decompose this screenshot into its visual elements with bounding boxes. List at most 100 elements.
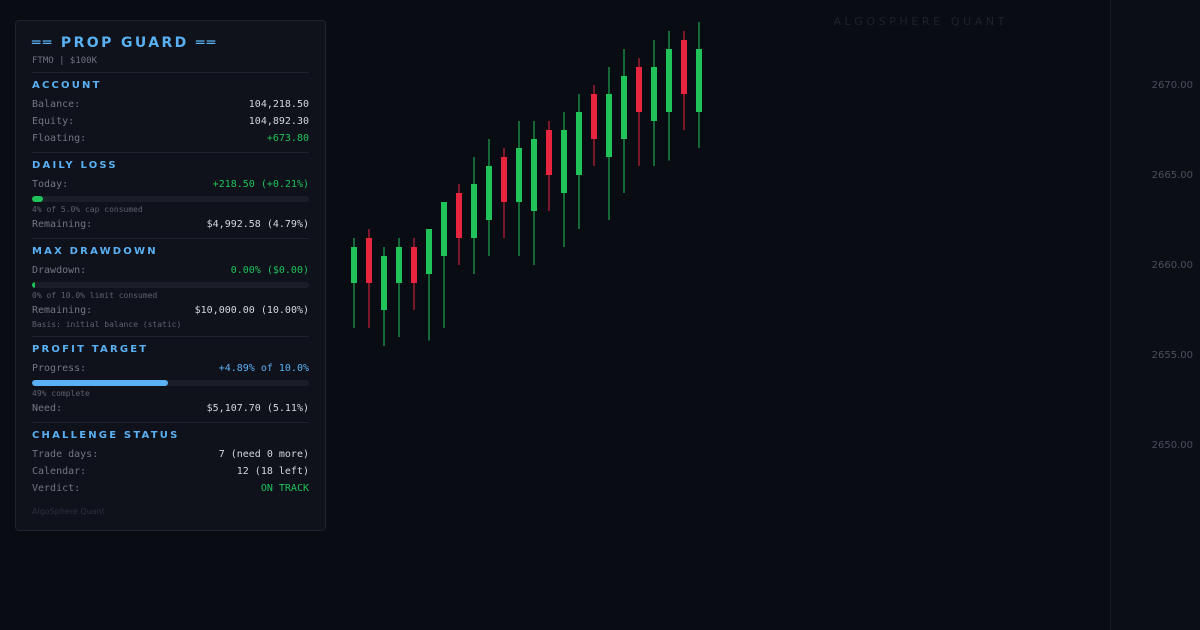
- candle-body: [366, 238, 372, 283]
- price-label: 2660.00: [1151, 260, 1193, 271]
- price-axis[interactable]: 2670.00 2665.00 2660.00 2655.00 2650.00: [1110, 0, 1200, 630]
- candle: [546, 121, 552, 211]
- price-label: 2670.00: [1151, 80, 1193, 91]
- today-value: +218.50 (+0.21%): [212, 179, 309, 190]
- panel-title: ══ PROP GUARD ══: [32, 35, 218, 51]
- calendar-value: 12 (18 left): [236, 466, 309, 477]
- candle-body: [381, 256, 387, 310]
- progress-note: 49% complete: [32, 389, 90, 398]
- row-label: Verdict:: [32, 483, 81, 494]
- candle: [531, 121, 537, 265]
- calendar-row: Calendar: 12 (18 left): [32, 463, 309, 480]
- progress-fill: [32, 380, 168, 386]
- section-heading: DAILY LOSS: [32, 160, 118, 171]
- progress-fill: [32, 282, 35, 288]
- price-label: 2655.00: [1151, 350, 1193, 361]
- candle: [666, 31, 672, 161]
- section-heading: PROFIT TARGET: [32, 344, 149, 355]
- candle: [591, 85, 597, 166]
- candle-body: [666, 49, 672, 112]
- candle: [381, 247, 387, 346]
- candle: [636, 58, 642, 166]
- candle-body: [396, 247, 402, 283]
- equity-row: Equity: 104,892.30: [32, 113, 309, 130]
- row-label: Remaining:: [32, 219, 93, 230]
- candle-body: [516, 148, 522, 202]
- today-row: Today: +218.50 (+0.21%): [32, 176, 309, 193]
- floating-row: Floating: +673.80: [32, 130, 309, 147]
- daily-loss-progress-bar: [32, 196, 309, 202]
- candle-body: [606, 94, 612, 157]
- candle: [576, 94, 582, 229]
- candle: [426, 229, 432, 341]
- candle-body: [651, 67, 657, 121]
- candle: [621, 49, 627, 193]
- row-label: Today:: [32, 179, 69, 190]
- candle: [501, 148, 507, 238]
- row-label: Floating:: [32, 133, 87, 144]
- row-label: Drawdown:: [32, 265, 87, 276]
- candle-body: [471, 184, 477, 238]
- candle: [456, 184, 462, 265]
- candle: [681, 31, 687, 130]
- row-label: Balance:: [32, 99, 81, 110]
- balance-value: 104,218.50: [248, 99, 309, 110]
- panel-subtitle: FTMO | $100K: [32, 56, 309, 73]
- section-heading: ACCOUNT: [32, 80, 102, 91]
- remaining-value: $10,000.00 (10.00%): [194, 305, 309, 316]
- candle-body: [681, 40, 687, 94]
- candle-body: [351, 247, 357, 283]
- candle: [396, 238, 402, 337]
- candle-body: [591, 94, 597, 139]
- drawdown-progress-bar: [32, 282, 309, 288]
- price-label: 2650.00: [1151, 440, 1193, 451]
- drawdown-value: 0.00% ($0.00): [230, 265, 309, 276]
- candle-body: [441, 202, 447, 256]
- candle-body: [426, 229, 432, 274]
- candle-body: [576, 112, 582, 175]
- balance-row: Balance: 104,218.50: [32, 96, 309, 113]
- candle-body: [411, 247, 417, 283]
- profit-target-section: PROFIT TARGET Progress: +4.89% of 10.0% …: [32, 337, 309, 423]
- candle: [606, 67, 612, 220]
- candle-body: [636, 67, 642, 112]
- trade-days-row: Trade days: 7 (need 0 more): [32, 446, 309, 463]
- drawdown-row: Drawdown: 0.00% ($0.00): [32, 262, 309, 279]
- remaining-row: Remaining: $10,000.00 (10.00%): [32, 302, 309, 319]
- candle: [351, 238, 357, 328]
- progress-note: 4% of 5.0% cap consumed: [32, 205, 143, 214]
- candle-body: [546, 130, 552, 175]
- candle: [561, 112, 567, 247]
- candle-body: [621, 76, 627, 139]
- candle-body: [501, 157, 507, 202]
- section-heading: CHALLENGE STATUS: [32, 430, 180, 441]
- candle-body: [531, 139, 537, 211]
- candle: [486, 139, 492, 256]
- trade-days-value: 7 (need 0 more): [218, 449, 309, 460]
- candle: [516, 121, 522, 256]
- candle: [411, 238, 417, 310]
- prop-guard-panel: ══ PROP GUARD ══ FTMO | $100K ACCOUNT Ba…: [15, 20, 326, 531]
- max-drawdown-section: MAX DRAWDOWN Drawdown: 0.00% ($0.00) 0% …: [32, 239, 309, 337]
- candle: [471, 157, 477, 274]
- progress-value: +4.89% of 10.0%: [218, 363, 309, 374]
- progress-fill: [32, 196, 44, 202]
- panel-footer: AlgoSphere Quant: [32, 507, 105, 516]
- daily-loss-section: DAILY LOSS Today: +218.50 (+0.21%) 4% of…: [32, 153, 309, 239]
- candle-body: [456, 193, 462, 238]
- verdict-value: ON TRACK: [260, 483, 309, 494]
- row-label: Remaining:: [32, 305, 93, 316]
- remaining-row: Remaining: $4,992.58 (4.79%): [32, 216, 309, 233]
- section-heading: MAX DRAWDOWN: [32, 246, 158, 257]
- candle: [696, 22, 702, 148]
- challenge-status-section: CHALLENGE STATUS Trade days: 7 (need 0 m…: [32, 423, 309, 502]
- profit-progress-bar: [32, 380, 309, 386]
- basis-note: Basis: initial balance (static): [32, 320, 182, 329]
- progress-note: 0% of 10.0% limit consumed: [32, 291, 158, 300]
- equity-value: 104,892.30: [248, 116, 309, 127]
- candle-body: [561, 130, 567, 193]
- candle: [441, 202, 447, 328]
- need-row: Need: $5,107.70 (5.11%): [32, 400, 309, 417]
- row-label: Equity:: [32, 116, 75, 127]
- row-label: Need:: [32, 403, 63, 414]
